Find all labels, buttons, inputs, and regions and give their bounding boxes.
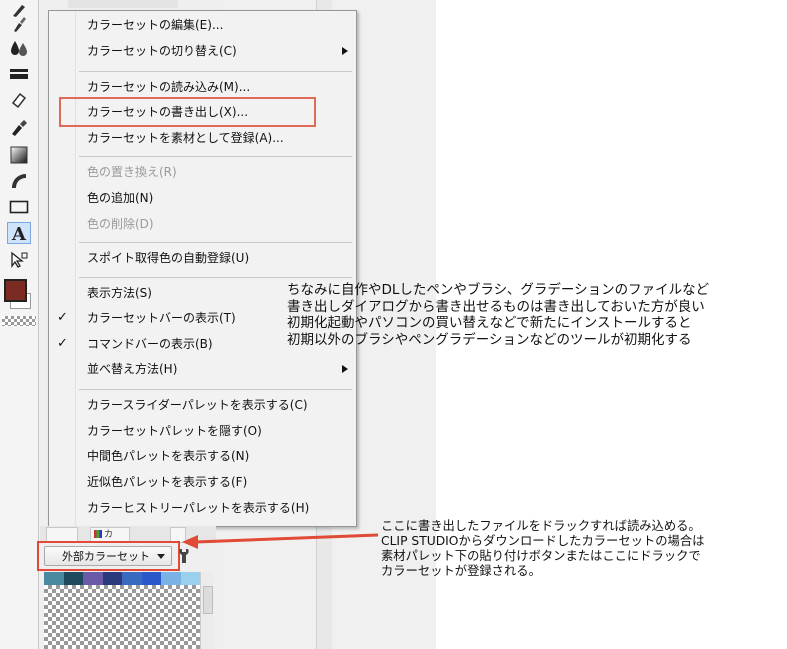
tip-line: 初期化起動やパソコンの買い替えなどで新たにインストールすると bbox=[287, 315, 692, 331]
tip-line: 書き出しダイアログから書き出せるものは書き出しておいた方が良い bbox=[287, 298, 705, 315]
tip-line: ちなみに自作やDLしたペンやブラシ、グラデーションのファイルなど bbox=[287, 282, 710, 298]
drag-note: ここに書き出したファイルをドラックすれば読み込める。 CLIP STUDIOから… bbox=[381, 519, 704, 579]
drag-line: カラーセットが登録される。 bbox=[381, 564, 541, 578]
drag-line: 素材パレット下の貼り付けボタンまたはここにドラックで bbox=[381, 549, 701, 563]
tip-line: 初期以外のブラシやペングラデーションなどのツールが初期化する bbox=[287, 331, 692, 348]
arrow-head bbox=[182, 535, 198, 549]
drag-line: ここに書き出したファイルをドラックすれば読み込める。 bbox=[381, 519, 701, 533]
arrow-shaft bbox=[195, 533, 379, 544]
tip-note: ちなみに自作やDLしたペンやブラシ、グラデーションのファイルなど 書き出しダイア… bbox=[287, 282, 709, 348]
drag-line: CLIP STUDIOからダウンロードしたカラーセットの場合は bbox=[381, 534, 705, 548]
